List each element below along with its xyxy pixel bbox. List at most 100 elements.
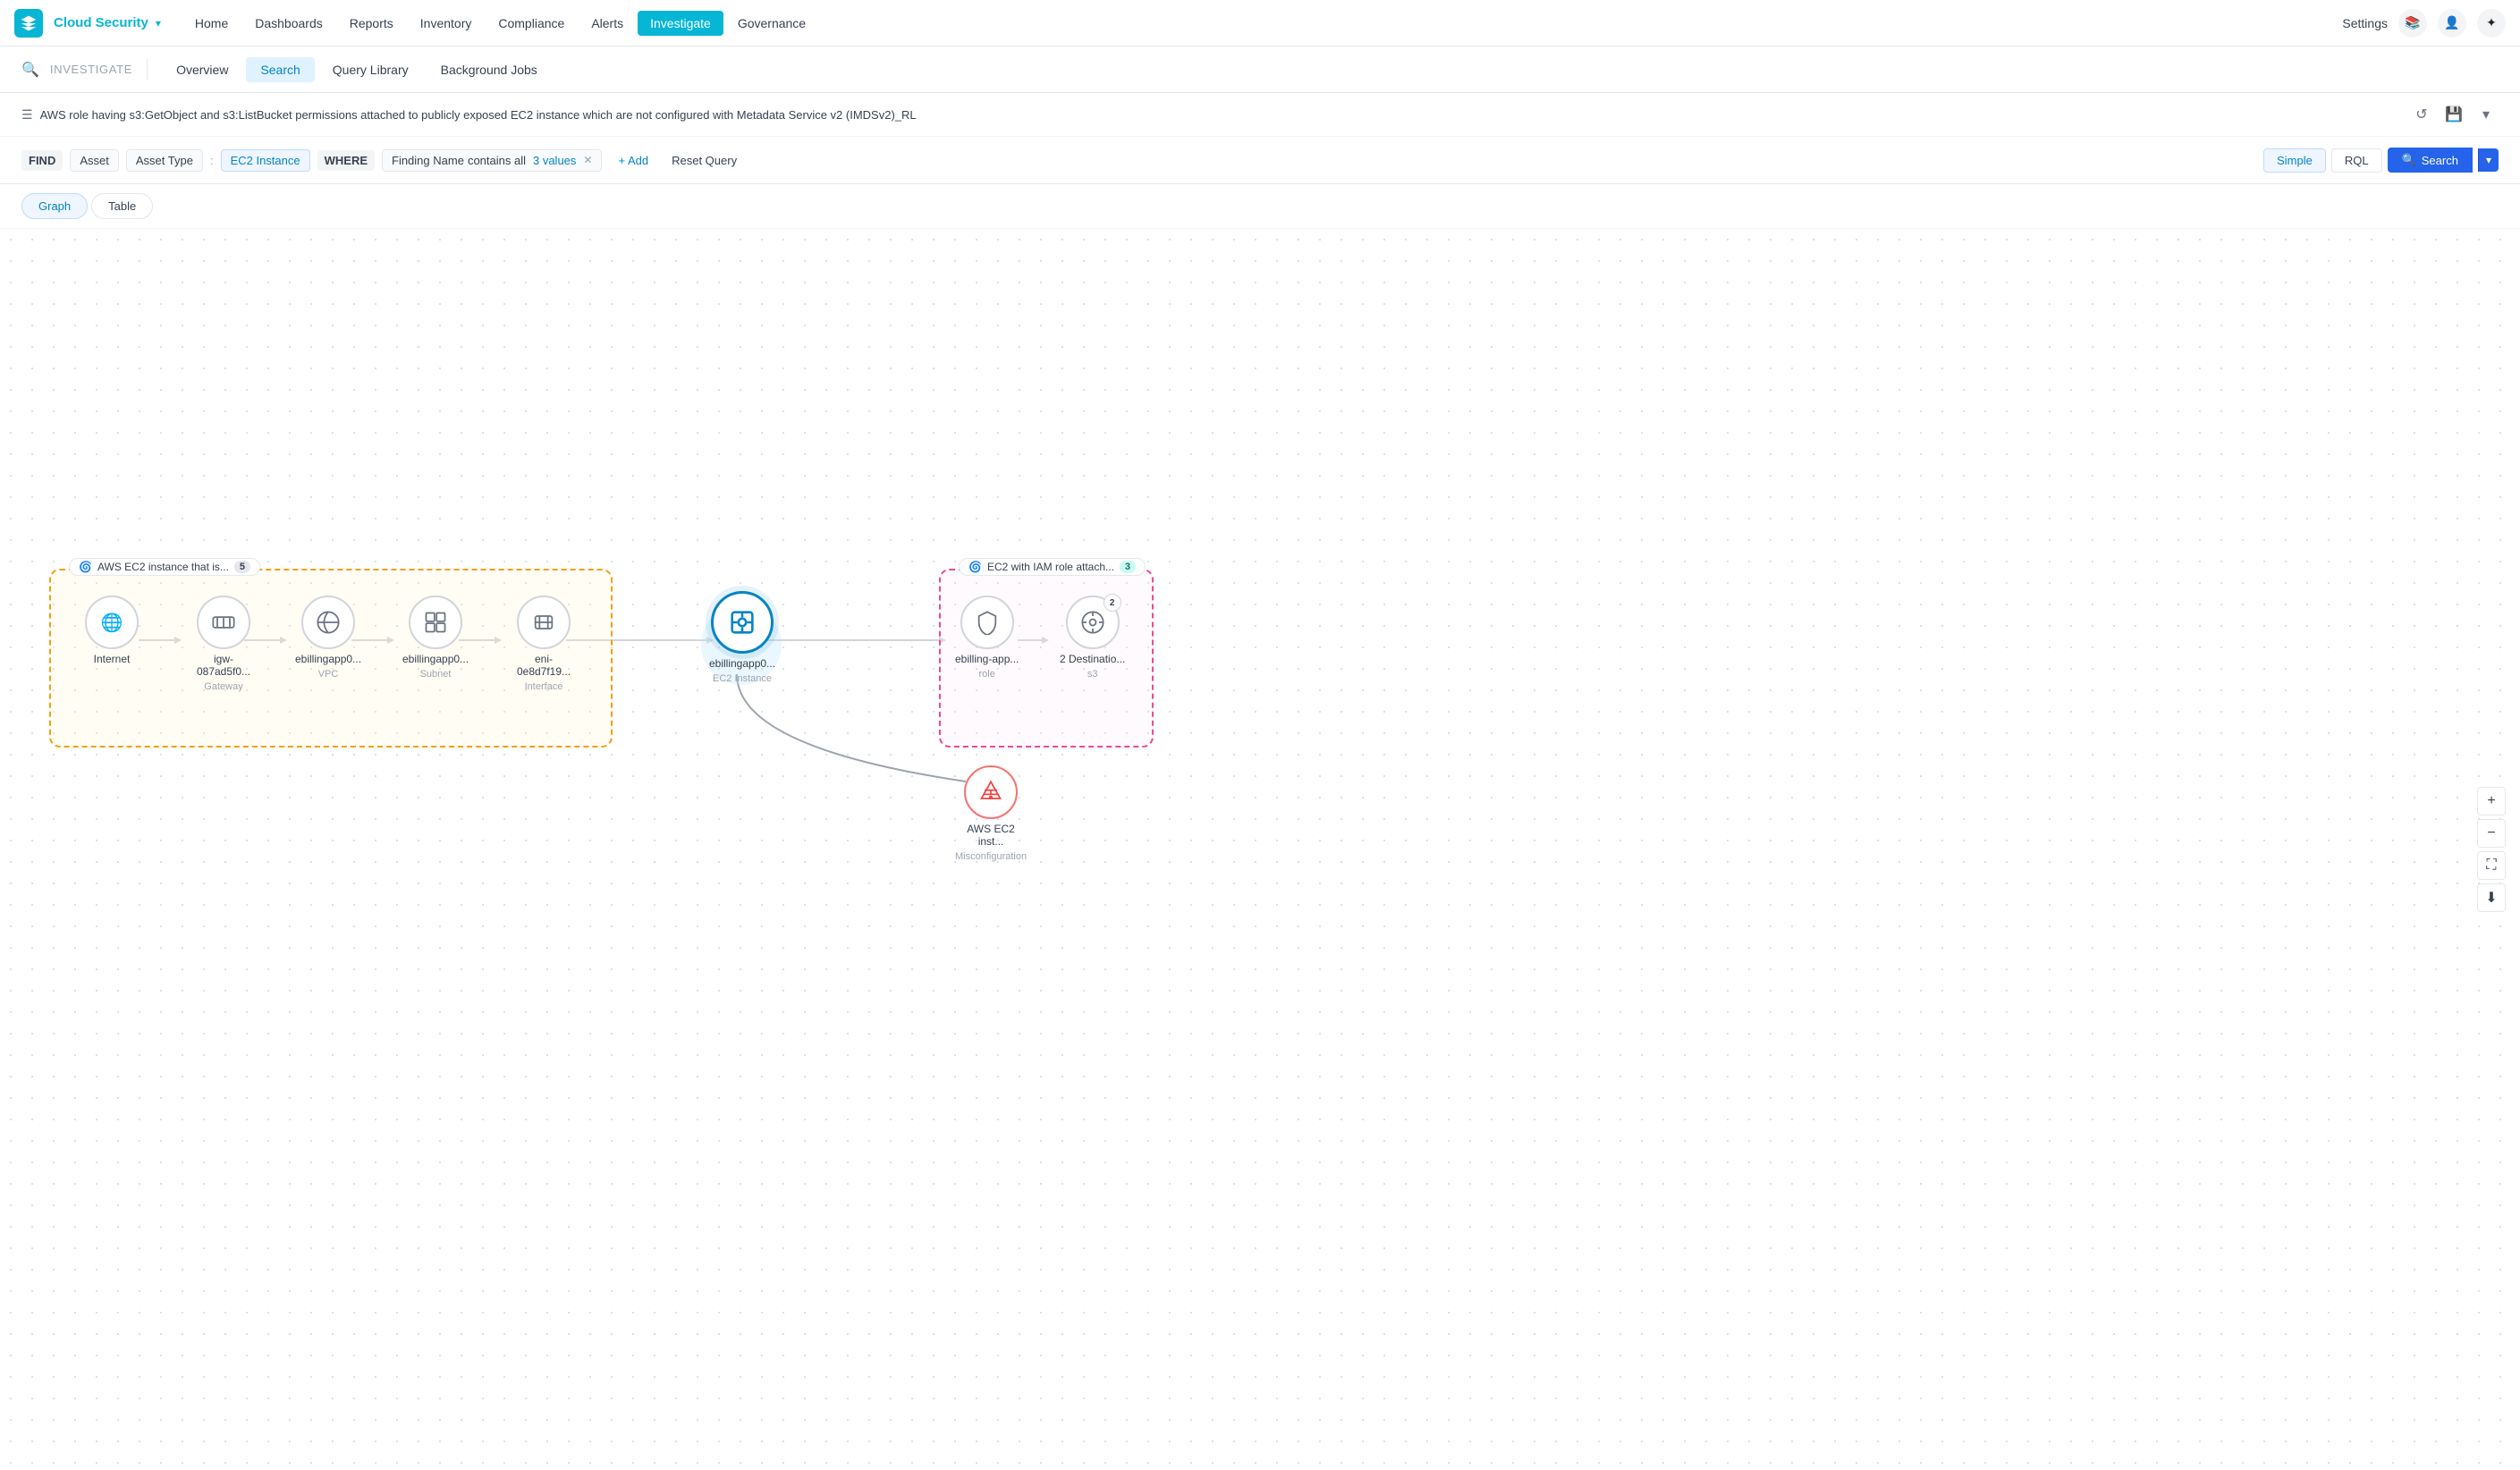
internet-circle[interactable]: 🌐 <box>85 596 139 649</box>
tab-table[interactable]: Table <box>91 193 153 219</box>
zoom-out-button[interactable]: − <box>2477 819 2506 848</box>
app-logo[interactable] <box>14 9 43 38</box>
sub-nav-search[interactable]: Search <box>246 57 314 82</box>
top-navigation: Cloud Security ▾ Home Dashboards Reports… <box>0 0 2520 46</box>
sub-nav-query-library[interactable]: Query Library <box>318 57 423 82</box>
save-button[interactable]: 💾 <box>2441 102 2466 127</box>
filter-op: contains all <box>468 154 526 167</box>
node-vpc[interactable]: ebillingapp0... VPC <box>295 596 361 680</box>
docs-icon-button[interactable]: 📚 <box>2398 9 2427 38</box>
asset-type-tag[interactable]: Asset Type <box>126 149 203 172</box>
s3-circle[interactable]: 2 <box>1066 596 1120 649</box>
group-label-iam-icon: 🌀 <box>968 561 982 573</box>
nav-home[interactable]: Home <box>182 11 241 36</box>
igw-circle[interactable] <box>197 596 250 649</box>
group-label-text: AWS EC2 instance that is... <box>97 561 229 573</box>
nav-investigate[interactable]: Investigate <box>638 11 723 36</box>
download-graph-button[interactable]: ⬇ <box>2477 883 2506 912</box>
group-label-iam: 🌀 EC2 with IAM role attach... 3 <box>959 558 1146 576</box>
filter-group[interactable]: Finding Name contains all 3 values ✕ <box>382 149 602 172</box>
reset-query-button[interactable]: Reset Query <box>664 150 744 171</box>
node-igw[interactable]: igw-087ad5f0... Gateway <box>188 596 259 692</box>
s3-label: 2 Destinatio... <box>1060 653 1125 665</box>
simple-mode-button[interactable]: Simple <box>2263 148 2326 173</box>
ec2-circle[interactable] <box>711 591 774 654</box>
expand-button[interactable]: ▾ <box>2473 102 2499 127</box>
nav-compliance[interactable]: Compliance <box>486 11 577 36</box>
settings-link[interactable]: Settings <box>2342 16 2388 30</box>
asset-tag[interactable]: Asset <box>70 149 119 172</box>
sub-nav-overview[interactable]: Overview <box>162 57 242 82</box>
zoom-in-button[interactable]: + <box>2477 787 2506 815</box>
tab-graph[interactable]: Graph <box>21 193 88 219</box>
help-icon-button[interactable]: ✦ <box>2477 9 2506 38</box>
s3-badge: 2 <box>1104 594 1121 612</box>
sub-nav-background-jobs[interactable]: Background Jobs <box>427 57 552 82</box>
node-subnet[interactable]: ebillingapp0... Subnet <box>402 596 469 680</box>
query-desc-right: ↺ 💾 ▾ <box>2409 102 2499 127</box>
graph-connections-svg <box>0 229 2520 1470</box>
sub-nav-divider <box>147 59 148 80</box>
sub-nav-items: Overview Search Query Library Background… <box>162 57 552 82</box>
group-badge-ec2: 5 <box>234 561 250 573</box>
s3-type: s3 <box>1087 669 1098 680</box>
main-content: 🔍 INVESTIGATE Overview Search Query Libr… <box>0 46 2520 1470</box>
sub-navigation: 🔍 INVESTIGATE Overview Search Query Libr… <box>0 46 2520 93</box>
find-label: FIND <box>21 150 63 171</box>
nav-reports[interactable]: Reports <box>337 11 406 36</box>
search-button[interactable]: 🔍 Search <box>2388 148 2473 173</box>
search-icon: 🔍 <box>2402 153 2416 167</box>
search-label: Search <box>2422 154 2458 167</box>
interface-circle[interactable] <box>517 596 571 649</box>
group-badge-iam: 3 <box>1120 561 1136 573</box>
rql-mode-button[interactable]: RQL <box>2331 148 2382 173</box>
internet-label: Internet <box>94 653 131 665</box>
role-type: role <box>979 669 995 680</box>
node-role[interactable]: ebilling-app... role <box>955 596 1019 680</box>
where-label: WHERE <box>317 150 375 171</box>
subnet-circle[interactable] <box>409 596 462 649</box>
igw-label: igw-087ad5f0... <box>188 653 259 678</box>
node-s3[interactable]: 2 2 Destinatio... s3 <box>1060 596 1125 680</box>
role-circle[interactable] <box>960 596 1014 649</box>
graph-controls: + − ⛶ ⬇ <box>2477 787 2506 912</box>
filter-close-icon[interactable]: ✕ <box>583 154 592 166</box>
colon-separator: : <box>210 154 214 167</box>
igw-type: Gateway <box>204 681 242 692</box>
node-ec2-instance[interactable]: ebillingapp0... EC2 Instance <box>709 591 775 684</box>
search-dropdown-arrow[interactable]: ▾ <box>2478 148 2499 172</box>
add-filter-button[interactable]: + Add <box>609 150 657 171</box>
misconfig-circle[interactable] <box>964 765 1018 819</box>
query-desc-icon: ☰ <box>21 107 33 122</box>
ec2-type: EC2 Instance <box>713 673 772 684</box>
undo-button[interactable]: ↺ <box>2409 102 2434 127</box>
subnet-type: Subnet <box>420 669 452 680</box>
group-label-ec2: 🌀 AWS EC2 instance that is... 5 <box>69 558 260 576</box>
graph-canvas[interactable]: 🌀 AWS EC2 instance that is... 5 🌀 EC2 wi… <box>0 229 2520 1470</box>
nav-governance[interactable]: Governance <box>725 11 818 36</box>
query-desc-left: ☰ AWS role having s3:GetObject and s3:Li… <box>21 107 917 122</box>
interface-label: eni-0e8d7f19... <box>508 653 579 678</box>
filter-name: Finding Name <box>392 154 464 167</box>
node-internet[interactable]: 🌐 Internet <box>85 596 139 665</box>
interface-type: Interface <box>525 681 563 692</box>
node-misconfiguration[interactable]: AWS EC2 inst... Misconfiguration <box>955 765 1027 862</box>
group-label-iam-text: EC2 with IAM role attach... <box>987 561 1114 573</box>
nav-alerts[interactable]: Alerts <box>579 11 636 36</box>
vpc-label: ebillingapp0... <box>295 653 361 665</box>
nav-right: Settings 📚 👤 ✦ <box>2342 9 2506 38</box>
fit-view-button[interactable]: ⛶ <box>2477 851 2506 880</box>
nav-inventory[interactable]: Inventory <box>408 11 485 36</box>
vpc-circle[interactable] <box>301 596 355 649</box>
brand-name[interactable]: Cloud Security <box>54 15 148 30</box>
brand-dropdown-arrow[interactable]: ▾ <box>156 17 161 30</box>
avatar-button[interactable]: 👤 <box>2438 9 2466 38</box>
nav-dashboards[interactable]: Dashboards <box>242 11 335 36</box>
query-builder-bar: FIND Asset Asset Type : EC2 Instance WHE… <box>0 137 2520 184</box>
group-label-icon: 🌀 <box>79 561 92 573</box>
node-interface[interactable]: eni-0e8d7f19... Interface <box>508 596 579 692</box>
filter-values[interactable]: 3 values <box>533 154 576 167</box>
vpc-type: VPC <box>318 669 339 680</box>
asset-type-value[interactable]: EC2 Instance <box>221 149 310 172</box>
misconfig-label: AWS EC2 inst... <box>955 823 1027 848</box>
